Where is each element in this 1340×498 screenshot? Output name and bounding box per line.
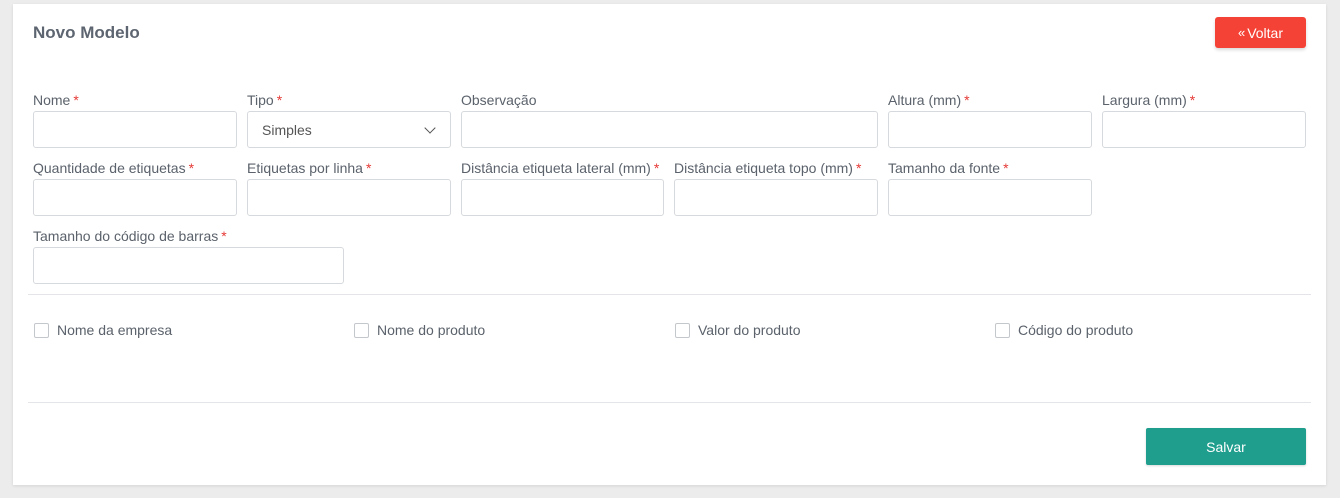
- back-button[interactable]: « Voltar: [1215, 17, 1306, 48]
- checkbox-box[interactable]: [995, 322, 1010, 338]
- observacao-input[interactable]: [461, 111, 878, 148]
- checkbox-codigo-produto[interactable]: Código do produto: [995, 322, 1133, 338]
- quantidade-input[interactable]: [33, 179, 237, 216]
- page-title: Novo Modelo: [33, 23, 140, 42]
- quantidade-label: Quantidade de etiquetas *: [33, 160, 195, 176]
- field-tipo: Tipo * Simples: [247, 92, 451, 148]
- tipo-select[interactable]: Simples: [247, 111, 451, 148]
- tipo-selected-value: Simples: [262, 121, 312, 138]
- checkbox-label: Nome do produto: [377, 322, 486, 338]
- form-card: Novo Modelo « Voltar Nome * Tipo * Simples…: [13, 4, 1326, 485]
- field-largura: Largura (mm) *: [1102, 92, 1306, 148]
- largura-input[interactable]: [1102, 111, 1306, 148]
- codigo-barras-label: Tamanho do código de barras *: [33, 228, 227, 244]
- field-fonte: Tamanho da fonte *: [888, 160, 1092, 216]
- field-altura: Altura (mm) *: [888, 92, 1092, 148]
- field-codigo-barras: Tamanho do código de barras *: [33, 228, 344, 284]
- checkbox-nome-produto[interactable]: Nome do produto: [354, 322, 485, 338]
- field-nome: Nome *: [33, 92, 237, 148]
- field-dist-topo: Distância etiqueta topo (mm) *: [674, 160, 878, 216]
- save-button[interactable]: Salvar: [1146, 428, 1306, 465]
- fonte-label: Tamanho da fonte *: [888, 160, 1009, 176]
- por-linha-input[interactable]: [247, 179, 451, 216]
- divider: [28, 402, 1311, 403]
- checkbox-box[interactable]: [675, 322, 690, 338]
- checkbox-label: Valor do produto: [698, 322, 801, 338]
- checkbox-label: Código do produto: [1018, 322, 1134, 338]
- nome-input[interactable]: [33, 111, 237, 148]
- field-dist-lateral: Distância etiqueta lateral (mm) *: [461, 160, 664, 216]
- field-quantidade: Quantidade de etiquetas *: [33, 160, 237, 216]
- largura-label: Largura (mm) *: [1102, 92, 1196, 108]
- observacao-label: Observação: [461, 92, 537, 108]
- checkbox-label: Nome da empresa: [57, 322, 173, 338]
- checkbox-valor-produto[interactable]: Valor do produto: [675, 322, 800, 338]
- checkbox-box[interactable]: [354, 322, 369, 338]
- dist-topo-label: Distância etiqueta topo (mm) *: [674, 160, 862, 176]
- nome-label: Nome *: [33, 92, 79, 108]
- field-observacao: Observação: [461, 92, 878, 148]
- double-chevron-left-icon: «: [1237, 25, 1246, 40]
- por-linha-label: Etiquetas por linha *: [247, 160, 372, 176]
- divider: [28, 294, 1311, 295]
- chevron-down-icon: [424, 121, 436, 134]
- dist-topo-input[interactable]: [674, 179, 878, 216]
- back-button-label: Voltar: [1247, 24, 1284, 41]
- codigo-barras-input[interactable]: [33, 247, 344, 284]
- checkbox-nome-empresa[interactable]: Nome da empresa: [34, 322, 172, 338]
- fonte-input[interactable]: [888, 179, 1092, 216]
- dist-lateral-input[interactable]: [461, 179, 664, 216]
- field-por-linha: Etiquetas por linha *: [247, 160, 451, 216]
- tipo-label: Tipo *: [247, 92, 283, 108]
- dist-lateral-label: Distância etiqueta lateral (mm) *: [461, 160, 660, 176]
- checkbox-box[interactable]: [34, 322, 49, 338]
- altura-label: Altura (mm) *: [888, 92, 970, 108]
- altura-input[interactable]: [888, 111, 1092, 148]
